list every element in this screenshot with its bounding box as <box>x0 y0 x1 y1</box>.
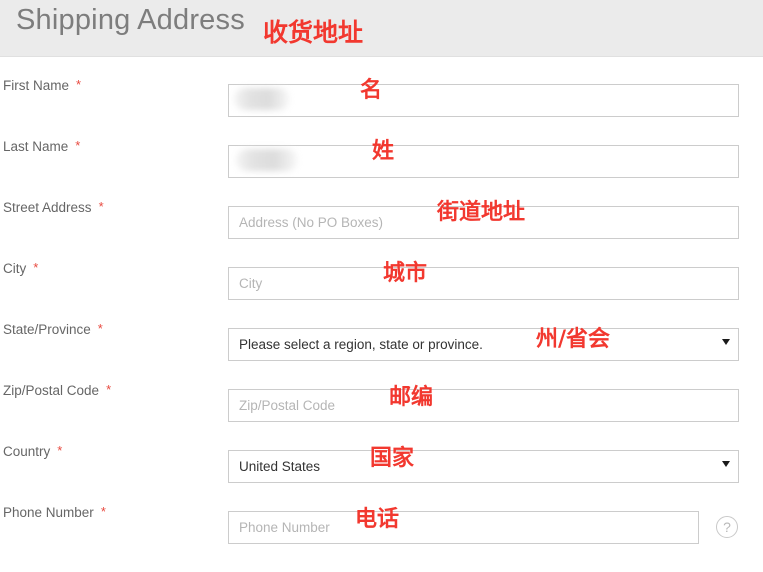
annotation-first-name: 名 <box>360 78 383 103</box>
annotation-country: 国家 <box>370 446 415 471</box>
form-row-city: City * 城市 <box>0 240 763 301</box>
country-select[interactable]: United States <box>228 450 739 483</box>
label-country-text: Country <box>3 444 51 459</box>
required-marker: * <box>33 260 39 275</box>
annotation-street-address: 街道地址 <box>437 200 526 225</box>
form-row-state-province: State/Province * Please select a region, … <box>0 301 763 362</box>
form-row-zip-postal-code: Zip/Postal Code * 邮编 <box>0 362 763 423</box>
annotation-state-province: 州/省会 <box>536 327 611 352</box>
label-country: Country * <box>3 443 62 459</box>
annotation-zip-postal-code: 邮编 <box>389 385 434 410</box>
label-city-text: City <box>3 261 27 276</box>
form-row-phone-number: Phone Number * ? 电话 <box>0 484 763 545</box>
form-row-first-name: First Name * 名 <box>0 57 763 118</box>
shipping-address-header: Shipping Address 收货地址 <box>0 0 763 57</box>
first-name-input[interactable] <box>228 84 739 117</box>
required-marker: * <box>75 138 81 153</box>
label-street-address: Street Address * <box>3 199 104 215</box>
label-last-name-text: Last Name <box>3 139 69 154</box>
city-input[interactable] <box>228 267 739 300</box>
form-row-country: Country * United States 国家 <box>0 423 763 484</box>
state-province-select-wrapper[interactable]: Please select a region, state or provinc… <box>228 328 739 361</box>
form-row-street-address: Street Address * 街道地址 <box>0 179 763 240</box>
annotation-phone-number: 电话 <box>355 507 400 532</box>
required-marker: * <box>98 199 104 214</box>
label-street-address-text: Street Address <box>3 200 92 215</box>
required-marker: * <box>100 504 106 519</box>
last-name-input[interactable] <box>228 145 739 178</box>
label-first-name-text: First Name <box>3 78 70 93</box>
required-marker: * <box>57 443 63 458</box>
state-province-select[interactable]: Please select a region, state or provinc… <box>228 328 739 361</box>
form-row-last-name: Last Name * 姓 <box>0 118 763 179</box>
required-marker: * <box>106 382 112 397</box>
label-zip-postal-code-text: Zip/Postal Code <box>3 383 100 398</box>
annotation-last-name: 姓 <box>372 139 395 164</box>
country-select-wrapper[interactable]: United States <box>228 450 739 483</box>
required-marker: * <box>76 77 82 92</box>
shipping-address-form: First Name * 名 Last Name * 姓 Street Addres… <box>0 57 763 572</box>
label-city: City * <box>3 260 38 276</box>
label-last-name: Last Name * <box>3 138 80 154</box>
label-state-province: State/Province * <box>3 321 103 337</box>
label-first-name: First Name * <box>3 77 81 93</box>
annotation-city: 城市 <box>383 261 428 286</box>
help-icon[interactable]: ? <box>716 516 738 538</box>
label-phone-number: Phone Number * <box>3 504 106 520</box>
required-marker: * <box>97 321 103 336</box>
phone-number-input[interactable] <box>228 511 699 544</box>
annotation-shipping-address: 收货地址 <box>263 18 364 47</box>
page-title: Shipping Address <box>16 4 245 36</box>
zip-postal-code-input[interactable] <box>228 389 739 422</box>
label-zip-postal-code: Zip/Postal Code * <box>3 382 111 398</box>
label-state-province-text: State/Province <box>3 322 91 337</box>
label-phone-number-text: Phone Number <box>3 505 94 520</box>
